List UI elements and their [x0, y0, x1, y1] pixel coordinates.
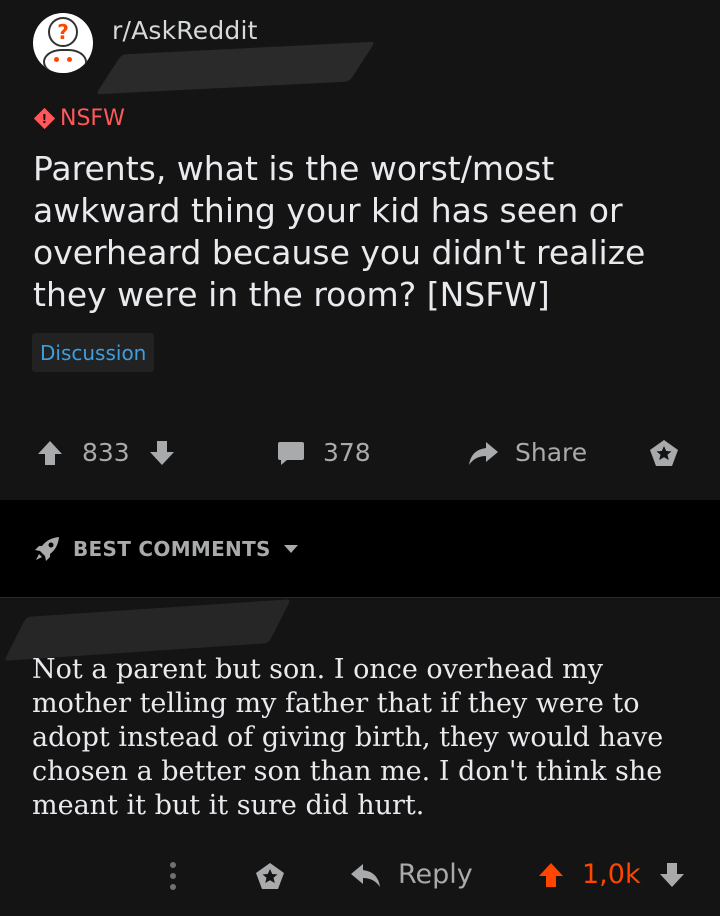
nsfw-tag: ! NSFW: [33, 106, 125, 131]
sort-label: BEST COMMENTS: [73, 537, 271, 561]
comment-body: Not a parent but son. I once overhead my…: [32, 654, 664, 821]
award-button[interactable]: [648, 438, 680, 468]
more-options-button[interactable]: [165, 859, 181, 893]
post-comments-button[interactable]: 378: [277, 438, 371, 467]
comment-bubble-icon: [278, 441, 304, 465]
downvote-arrow-icon[interactable]: [148, 439, 176, 467]
share-arrow-icon: [469, 441, 498, 465]
comment-score: 1,0k: [582, 859, 641, 890]
comment-actions: Reply 1,0k: [0, 855, 720, 899]
question-snoo-icon: ?: [48, 17, 78, 47]
subreddit-avatar[interactable]: ?: [33, 13, 93, 73]
reply-button[interactable]: Reply: [350, 859, 473, 890]
redacted-comment-author: [4, 599, 291, 661]
post-comment-count: 378: [323, 438, 371, 467]
upvote-arrow-icon[interactable]: [537, 861, 565, 889]
reply-arrow-icon: [351, 863, 380, 887]
nsfw-label: NSFW: [60, 106, 125, 131]
divider: [0, 597, 720, 598]
post-card: ? r/AskReddit ! NSFW Parents, what is th…: [0, 0, 720, 500]
rocket-icon: [35, 537, 59, 561]
comment-vote-group: 1,0k: [537, 859, 686, 890]
downvote-arrow-icon[interactable]: [658, 861, 686, 889]
award-icon: [256, 863, 284, 889]
chevron-down-icon: [283, 545, 298, 553]
post-upvote-count: 833: [82, 438, 130, 467]
upvote-arrow-icon[interactable]: [36, 439, 64, 467]
post-actions: 833 378 Share: [0, 430, 720, 476]
more-vertical-icon: [170, 862, 176, 890]
reply-label: Reply: [398, 859, 473, 890]
award-icon: [650, 440, 678, 466]
post-title[interactable]: Parents, what is the worst/most awkward …: [33, 148, 683, 316]
share-button[interactable]: Share: [467, 438, 587, 467]
share-label: Share: [515, 438, 588, 467]
post-vote-group: 833: [36, 438, 176, 467]
subreddit-name[interactable]: r/AskReddit: [112, 16, 258, 45]
comment-sort-button[interactable]: BEST COMMENTS: [33, 535, 299, 563]
comment-award-button[interactable]: [254, 861, 286, 891]
post-flair[interactable]: Discussion: [32, 333, 155, 372]
nsfw-warning-icon: !: [33, 107, 56, 130]
